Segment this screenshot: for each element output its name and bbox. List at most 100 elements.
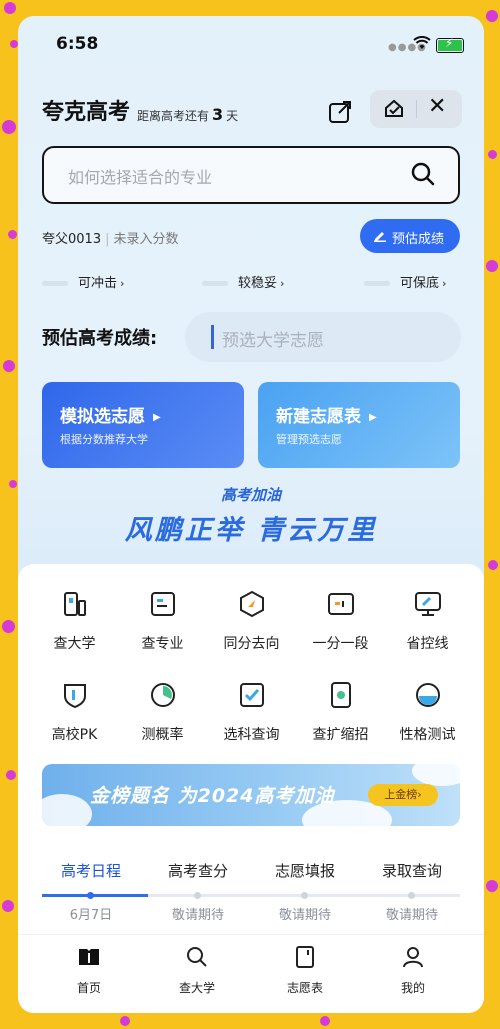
timeline-dot (408, 892, 415, 899)
same-score-icon (239, 590, 264, 618)
decor-dot (2, 120, 16, 134)
tab-volunteer-fill[interactable]: 志愿填报 (250, 856, 360, 886)
user-name: 夸父0013 (42, 232, 102, 247)
decor-dot (6, 770, 16, 780)
level-rush[interactable]: 可冲击 › (42, 272, 124, 291)
tool-score-segment[interactable]: 一分一段 (294, 589, 387, 653)
bottom-navigation: 首页 查大学 志愿表 我的 (18, 934, 484, 1013)
phone-screen: 6:58 ●●●● ⚡ 夸克高考 距离高考还有3天 ✕ 如何选择适合的专业 (18, 16, 484, 1013)
timeline-dot (87, 892, 94, 899)
tool-probability[interactable]: 测概率 (116, 680, 209, 744)
app-title: 夸克高考 (42, 100, 131, 125)
decor-dot (486, 880, 498, 892)
play-arrow-icon: ▶ (369, 411, 377, 423)
nav-find-university[interactable]: 查大学 (152, 945, 242, 996)
schedule-date: 敬请期待 (278, 908, 331, 923)
tool-pk[interactable]: 高校PK (28, 680, 121, 744)
province-line-icon (414, 592, 441, 616)
promo-text: 金榜题名 为2024高考加油 (90, 785, 335, 807)
home-book-icon (79, 949, 99, 965)
enrollment-icon (330, 682, 351, 708)
share-icon[interactable] (326, 98, 354, 126)
personality-icon (415, 683, 440, 707)
promo-button[interactable]: 上金榜› (368, 784, 438, 806)
chevron-right-icon: › (280, 277, 285, 290)
tool-same-score[interactable]: 同分去向 (205, 589, 298, 653)
search-box[interactable]: 如何选择适合的专业 (42, 146, 460, 204)
new-volunteer-form-card[interactable]: 新建志愿表 ▶ 管理预选志愿 (258, 382, 460, 468)
close-icon[interactable]: ✕ (428, 94, 446, 119)
pencil-icon (374, 232, 386, 242)
schedule-date: 敬请期待 (385, 908, 438, 923)
slogan-banner: 高考加油 风鹏正举 青云万里 (18, 478, 484, 578)
schedule-timeline (42, 892, 460, 899)
level-safe[interactable]: 可保底 › (364, 272, 446, 291)
score-segment-icon (327, 593, 354, 615)
play-arrow-icon: ▶ (153, 411, 161, 423)
decor-dot (488, 560, 498, 570)
decor-dot (120, 1016, 130, 1026)
decor-dot (10, 40, 18, 48)
battery-icon: ⚡ (436, 36, 464, 53)
level-stable[interactable]: 较稳妥 › (202, 272, 284, 291)
exam-countdown: 距离高考还有 3 天 (137, 105, 239, 124)
prediction-label: 预估高考成绩: (42, 328, 158, 349)
prediction-input[interactable]: 预选大学志愿 (185, 312, 461, 362)
search-icon[interactable] (410, 161, 436, 187)
decor-dot (2, 900, 14, 912)
probability-pie-icon (150, 683, 175, 707)
capsule-divider (416, 100, 417, 118)
timeline-dot (301, 892, 308, 899)
text-cursor (211, 325, 214, 349)
tool-personality[interactable]: 性格测试 (381, 680, 474, 744)
major-book-icon (150, 592, 175, 616)
decor-dot (9, 480, 17, 488)
banner-slogan: 风鹏正举 青云万里 (124, 515, 378, 546)
banner-small-text: 高考加油 (220, 486, 281, 504)
tool-enrollment[interactable]: 查扩缩招 (294, 680, 387, 744)
tab-admission-query[interactable]: 录取查询 (357, 856, 467, 886)
tool-subject-check[interactable]: 选科查询 (205, 680, 298, 744)
status-bar: 6:58 ●●●● ⚡ (18, 16, 484, 72)
cloud-decor (42, 794, 92, 826)
decor-dot (486, 260, 498, 272)
decor-dot (3, 360, 15, 372)
decor-dot (486, 10, 498, 22)
subject-check-icon (239, 683, 264, 707)
cloud-decor (412, 764, 460, 786)
decor-dot (2, 620, 15, 633)
decor-dot (488, 150, 497, 159)
level-indicators: 可冲击 › 较稳妥 › 可保底 › (42, 272, 462, 292)
tool-university[interactable]: 查大学 (28, 589, 121, 653)
university-icon (63, 592, 86, 616)
decor-dot (4, 2, 16, 14)
search-icon (187, 947, 207, 967)
decor-dot (320, 1016, 330, 1026)
favorite-check-icon[interactable] (382, 98, 406, 120)
schedule-date: 敬请期待 (171, 908, 224, 923)
tool-province-line[interactable]: 省控线 (381, 589, 474, 653)
countdown-days: 3 (212, 105, 224, 124)
form-icon (296, 946, 314, 968)
decor-dot (8, 230, 17, 239)
schedule-date: 6月7日 (69, 908, 113, 923)
tab-exam-schedule[interactable]: 高考日程 (36, 856, 146, 886)
tool-major[interactable]: 查专业 (116, 589, 209, 653)
profile-icon (403, 947, 423, 968)
status-time: 6:58 (56, 34, 99, 54)
timeline-progress (42, 894, 148, 897)
estimate-score-button[interactable]: 预估成绩 (360, 219, 460, 253)
tab-score-query[interactable]: 高考查分 (143, 856, 253, 886)
promo-banner[interactable]: 金榜题名 为2024高考加油 上金榜› (42, 764, 460, 826)
chevron-right-icon: › (120, 277, 125, 290)
schedule-tabs: 高考日程 高考查分 志愿填报 录取查询 (18, 856, 484, 886)
search-placeholder: 如何选择适合的专业 (68, 168, 213, 187)
simulate-volunteer-card[interactable]: 模拟选志愿 ▶ 根据分数推荐大学 (42, 382, 244, 468)
wifi-icon (413, 36, 431, 49)
pk-shield-icon (63, 684, 86, 709)
nav-volunteer-form[interactable]: 志愿表 (260, 945, 350, 996)
chevron-right-icon: › (442, 277, 447, 290)
mini-program-capsule: ✕ (370, 90, 462, 128)
nav-profile[interactable]: 我的 (368, 945, 458, 996)
nav-home[interactable]: 首页 (44, 945, 134, 996)
